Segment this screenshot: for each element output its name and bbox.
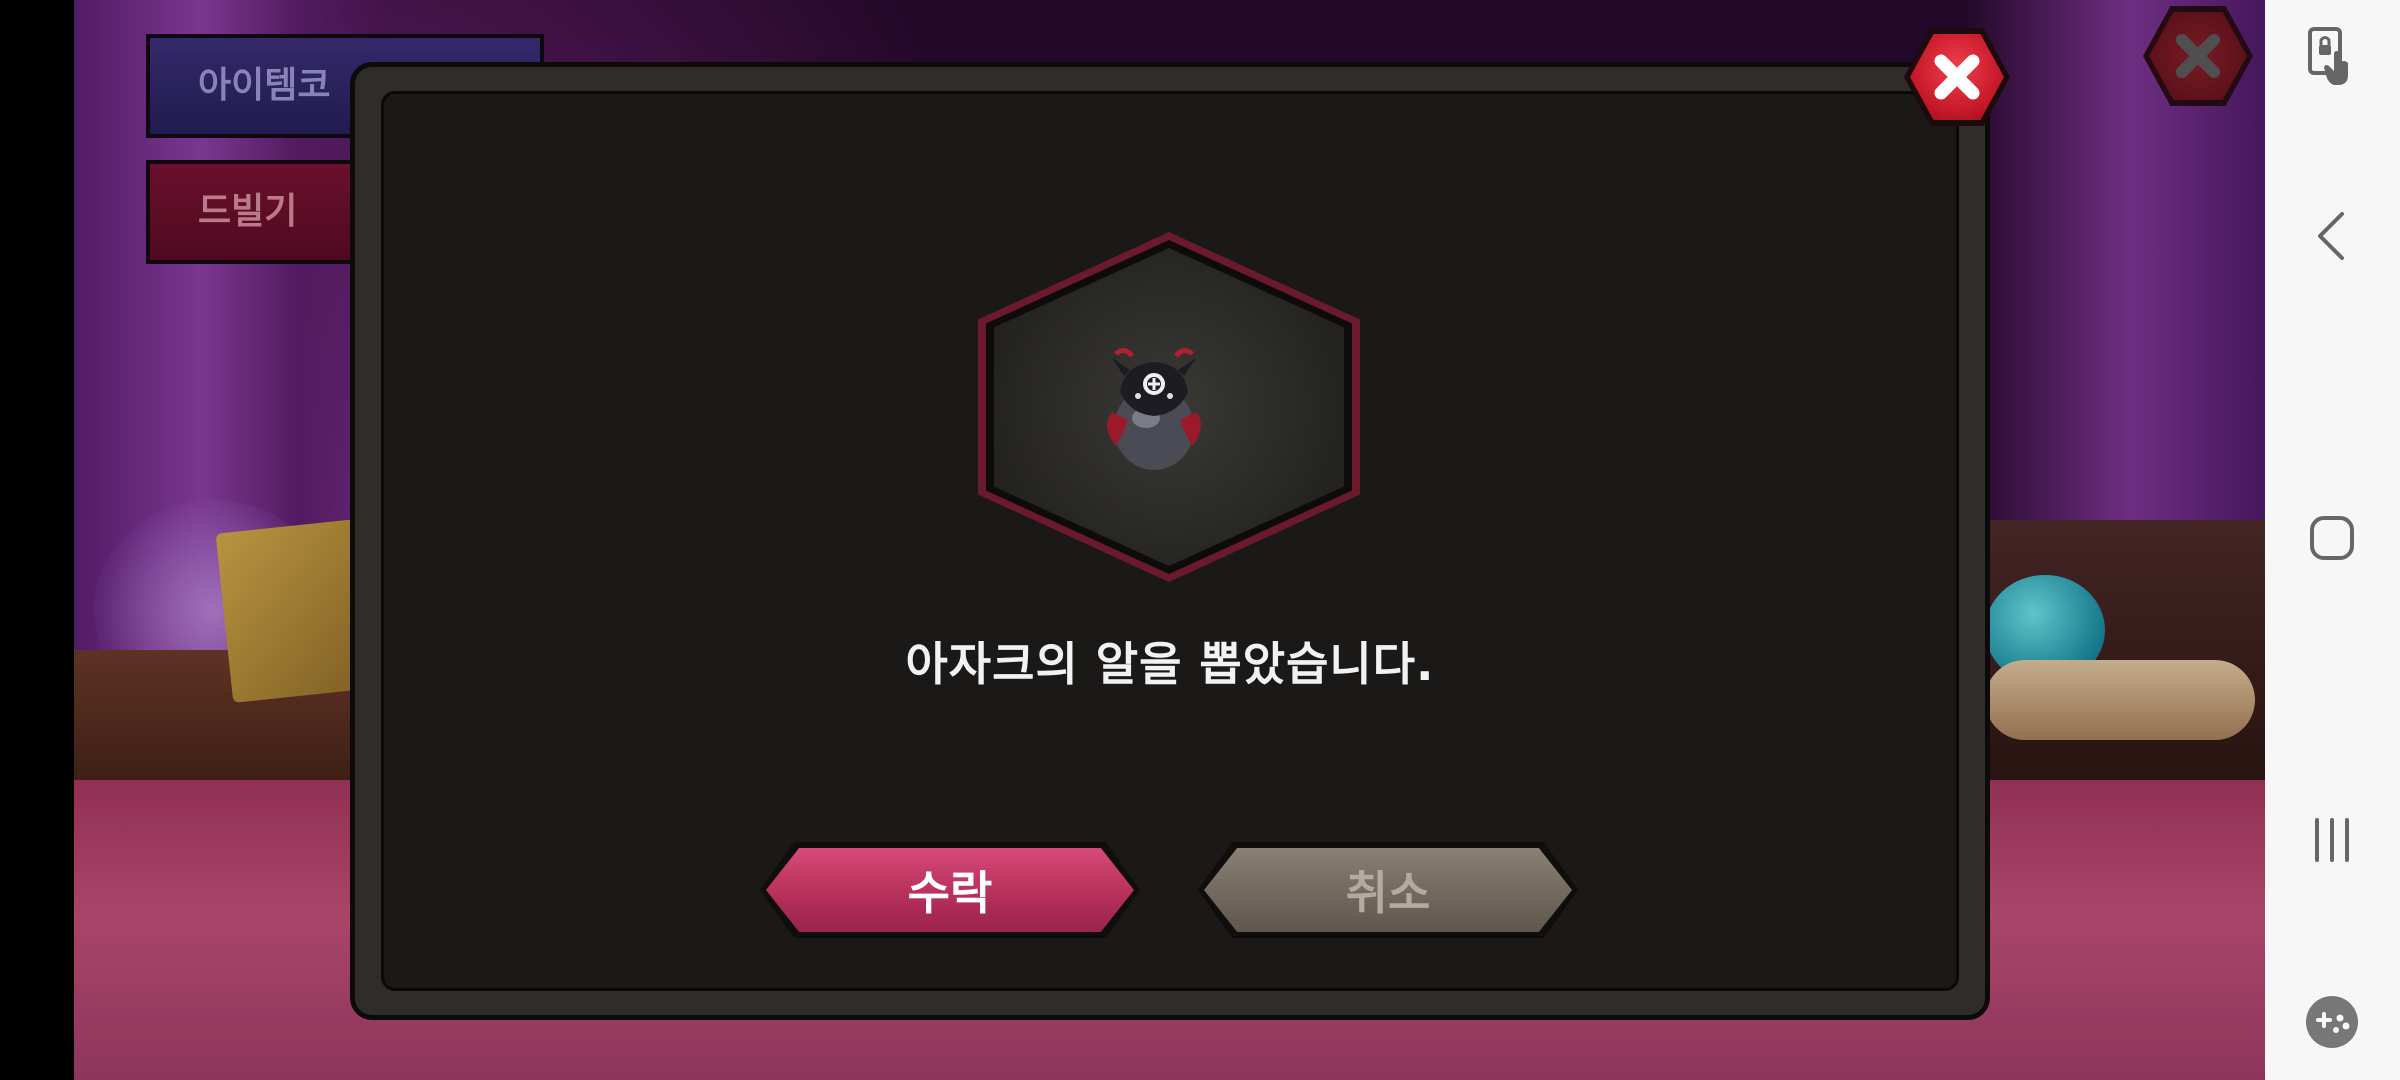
screen-touch-lock-icon[interactable] — [2294, 20, 2370, 96]
azak-egg-icon — [1106, 348, 1202, 470]
accept-button-label: 수락 — [766, 848, 1134, 932]
left-black-bar — [0, 0, 74, 1080]
game-tools-icon[interactable] — [2294, 984, 2370, 1060]
cancel-button[interactable]: 취소 — [1198, 842, 1578, 938]
accept-button[interactable]: 수락 — [760, 842, 1140, 938]
back-icon[interactable] — [2294, 198, 2370, 274]
dialog-message: 아자크의 알을 뽑았습니다. — [905, 637, 1435, 691]
cancel-button-label: 취소 — [1204, 848, 1572, 932]
home-icon[interactable] — [2294, 500, 2370, 576]
recents-icon[interactable] — [2294, 802, 2370, 878]
close-icon — [1910, 34, 2004, 120]
